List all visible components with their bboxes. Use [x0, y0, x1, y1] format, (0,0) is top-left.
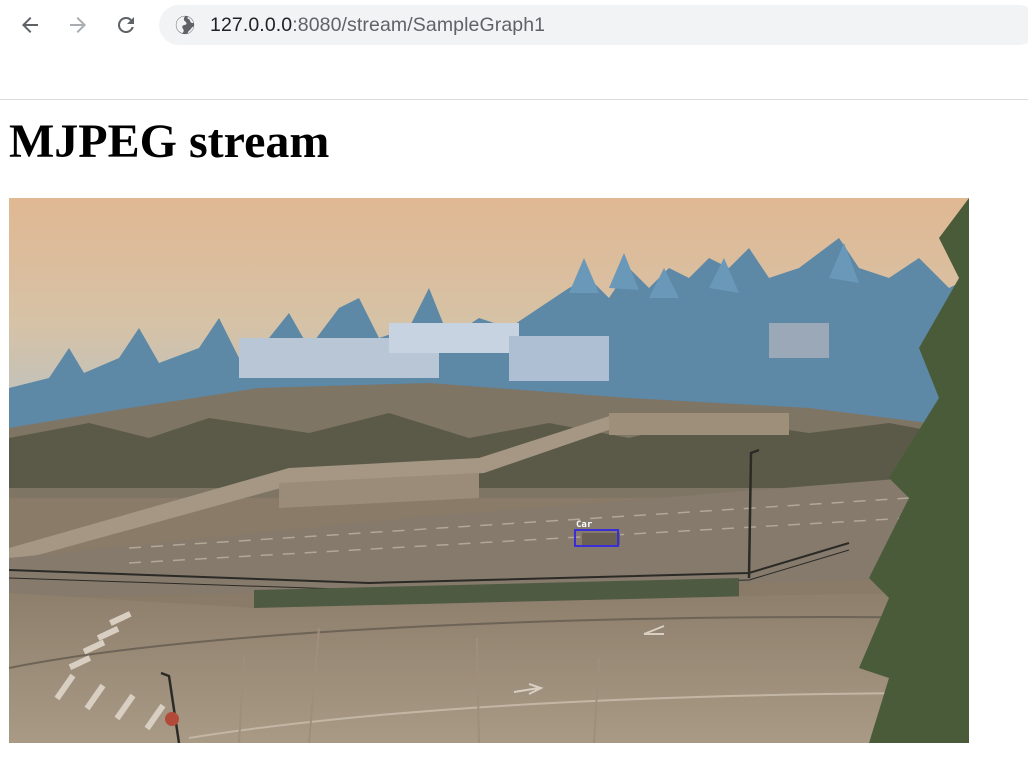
mjpeg-stream-image: Car	[9, 198, 969, 743]
globe-icon[interactable]	[173, 13, 197, 37]
detection-label: Car	[576, 520, 593, 530]
url-text[interactable]: 127.0.0.0:8080/stream/SampleGraph1	[210, 14, 545, 37]
reload-icon	[117, 16, 134, 33]
arrow-right-icon	[70, 17, 86, 33]
overpass-ramp	[609, 413, 789, 435]
address-bar[interactable]: 127.0.0.0:8080/stream/SampleGraph1	[159, 5, 1028, 45]
reload-button[interactable]	[110, 9, 142, 41]
page-heading: MJPEG stream	[9, 115, 330, 168]
browser-toolbar: 127.0.0.0:8080/stream/SampleGraph1	[0, 0, 1028, 100]
arrow-left-icon	[22, 17, 38, 33]
stop-sign	[165, 712, 179, 726]
back-button[interactable]	[14, 9, 46, 41]
building	[389, 323, 519, 353]
url-path: :8080/stream/SampleGraph1	[292, 13, 546, 36]
url-host: 127.0.0.0	[210, 13, 293, 36]
building	[509, 336, 609, 381]
building	[769, 323, 829, 358]
forward-button[interactable]	[62, 9, 94, 41]
stream-frame: Car	[9, 198, 969, 743]
